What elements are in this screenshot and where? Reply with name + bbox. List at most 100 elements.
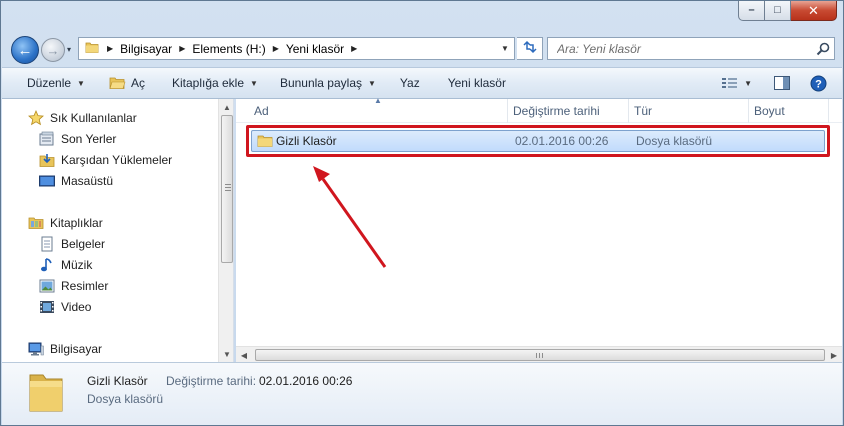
burn-label: Yaz <box>399 76 420 90</box>
burn-button[interactable]: Yaz <box>391 71 429 95</box>
share-with-label: Bununla paylaş <box>279 76 362 90</box>
file-list-horizontal-scrollbar[interactable]: ◀ ▶ <box>236 346 842 362</box>
sidebar-item-label: Belgeler <box>61 237 106 251</box>
folder-icon <box>257 131 273 151</box>
svg-text:?: ? <box>815 78 822 90</box>
sidebar-item-label: Kitaplıklar <box>50 216 103 230</box>
back-arrow-icon: ← <box>17 41 33 59</box>
sidebar-item-music[interactable]: Müzik <box>39 255 92 275</box>
include-in-library-label: Kitaplığa ekle <box>171 76 245 90</box>
column-header-type[interactable]: Tür <box>629 99 749 123</box>
breadcrumb-current-folder[interactable]: Yeni klasör ▶ <box>286 38 364 59</box>
column-header-size[interactable]: Boyut <box>749 99 829 123</box>
breadcrumb-computer[interactable]: Bilgisayar ▶ <box>120 38 192 59</box>
search-box[interactable] <box>547 37 835 60</box>
help-icon: ? <box>810 75 827 92</box>
chevron-down-icon: ▼ <box>368 78 376 88</box>
chevron-down-icon: ▾ <box>67 45 72 54</box>
refresh-icon <box>522 40 538 57</box>
sidebar-item-desktop[interactable]: Masaüstü <box>39 171 113 191</box>
computer-icon <box>28 341 44 357</box>
sidebar-item-label: Bilgisayar <box>50 342 103 356</box>
sidebar-item-pictures[interactable]: Resimler <box>39 276 108 296</box>
sidebar-item-label: Video <box>61 300 92 314</box>
scrollbar-thumb[interactable] <box>255 349 825 361</box>
breadcrumb-label: Bilgisayar <box>120 41 173 56</box>
minimize-icon: – <box>748 4 755 16</box>
column-label: Boyut <box>754 104 785 118</box>
close-button[interactable]: ✕ <box>791 1 837 21</box>
details-file-type: Dosya klasörü <box>87 392 164 406</box>
sidebar-item-computer[interactable]: Bilgisayar <box>28 339 102 359</box>
folder-icon <box>85 40 99 57</box>
new-folder-label: Yeni klasör <box>447 76 506 90</box>
desktop-icon <box>39 173 55 189</box>
maximize-icon: □ <box>774 4 781 16</box>
navigation-pane: Sık Kullanılanlar Son Yerler Karşıdan Yü… <box>2 99 234 362</box>
scroll-right-arrow-icon[interactable]: ▶ <box>826 347 842 363</box>
column-headers: ▲ Ad Değiştirme tarihi Tür Boyut <box>236 96 842 123</box>
command-bar: Düzenle ▼ Aç Kitaplığa ekle ▼ Bununla payl… <box>2 67 842 99</box>
chevron-down-icon: ▼ <box>744 78 752 88</box>
breadcrumb-drive[interactable]: Elements (H:) ▶ <box>192 38 286 59</box>
scrollbar-thumb[interactable] <box>221 115 233 263</box>
pictures-icon <box>39 278 55 294</box>
documents-icon <box>39 236 55 252</box>
search-icon[interactable] <box>812 42 834 56</box>
breadcrumb-label: Elements (H:) <box>192 41 266 56</box>
sidebar-item-favorites[interactable]: Sık Kullanılanlar <box>28 108 137 128</box>
address-bar[interactable]: ▶ Bilgisayar ▶ Elements (H:) ▶ Yeni klasör… <box>78 37 515 60</box>
refresh-button[interactable] <box>517 37 543 60</box>
minimize-button[interactable]: – <box>738 1 765 21</box>
preview-pane-button[interactable] <box>765 71 799 95</box>
file-date-modified: 02.01.2016 00:26 <box>515 134 609 148</box>
sidebar-item-label: Müzik <box>61 258 93 272</box>
scroll-up-arrow-icon[interactable]: ▲ <box>219 99 233 115</box>
change-view-button[interactable]: ▼ <box>713 71 761 95</box>
details-file-name: Gizli Klasör <box>87 374 148 388</box>
open-button[interactable]: Aç <box>100 71 154 95</box>
sidebar-item-downloads[interactable]: Karşıdan Yüklemeler <box>39 150 172 170</box>
recent-pages-dropdown[interactable]: ▾ <box>67 45 71 54</box>
forward-button[interactable]: → <box>41 38 65 62</box>
star-icon <box>28 110 44 126</box>
file-list-pane: ▲ Ad Değiştirme tarihi Tür Boyut Gizli K… <box>236 96 842 362</box>
address-history-dropdown[interactable]: ▼ <box>496 38 514 59</box>
sidebar-item-libraries[interactable]: Kitaplıklar <box>28 213 103 233</box>
column-header-name[interactable]: Ad <box>249 99 508 123</box>
sidebar-item-label: Karşıdan Yüklemeler <box>61 153 173 167</box>
organize-button[interactable]: Düzenle ▼ <box>18 71 94 95</box>
organize-label: Düzenle <box>27 76 72 90</box>
new-folder-button[interactable]: Yeni klasör <box>439 71 515 95</box>
sidebar-item-documents[interactable]: Belgeler <box>39 234 105 254</box>
help-button[interactable]: ? <box>801 71 836 95</box>
views-icon <box>722 77 738 89</box>
recent-places-icon <box>39 131 55 147</box>
table-row[interactable]: Gizli Klasör 02.01.2016 00:26 Dosya klas… <box>251 130 825 152</box>
preview-pane-icon <box>774 76 790 90</box>
video-icon <box>39 299 55 315</box>
sidebar-item-video[interactable]: Video <box>39 297 91 317</box>
scroll-left-arrow-icon[interactable]: ◀ <box>236 347 252 363</box>
chevron-down-icon: ▼ <box>77 78 85 88</box>
sidebar-item-recent-places[interactable]: Son Yerler <box>39 129 116 149</box>
breadcrumb-root-separator[interactable]: ▶ <box>105 38 120 59</box>
sidebar-item-label: Sık Kullanılanlar <box>50 111 137 125</box>
column-header-date-modified[interactable]: Değiştirme tarihi <box>508 99 629 123</box>
column-label: Tür <box>634 104 652 118</box>
details-pane: Gizli Klasör Değiştirme tarihi: 02.01.20… <box>2 362 842 425</box>
scroll-down-arrow-icon[interactable]: ▼ <box>219 346 233 362</box>
details-modified-label: Değiştirme tarihi: <box>166 374 257 388</box>
include-in-library-button[interactable]: Kitaplığa ekle ▼ <box>163 71 267 95</box>
maximize-button[interactable]: □ <box>765 1 791 21</box>
sidebar-item-label: Son Yerler <box>61 132 117 146</box>
file-type: Dosya klasörü <box>636 134 713 148</box>
search-input[interactable] <box>548 38 812 59</box>
navigation-pane-scrollbar[interactable]: ▲ ▼ <box>218 99 233 362</box>
command-bar-right: ▼ ? <box>713 68 842 98</box>
music-icon <box>39 257 55 273</box>
back-button[interactable]: ← <box>11 36 39 64</box>
share-with-button[interactable]: Bununla paylaş ▼ <box>271 71 385 95</box>
details-modified-value: 02.01.2016 00:26 <box>259 374 353 388</box>
forward-arrow-icon: → <box>46 42 60 58</box>
